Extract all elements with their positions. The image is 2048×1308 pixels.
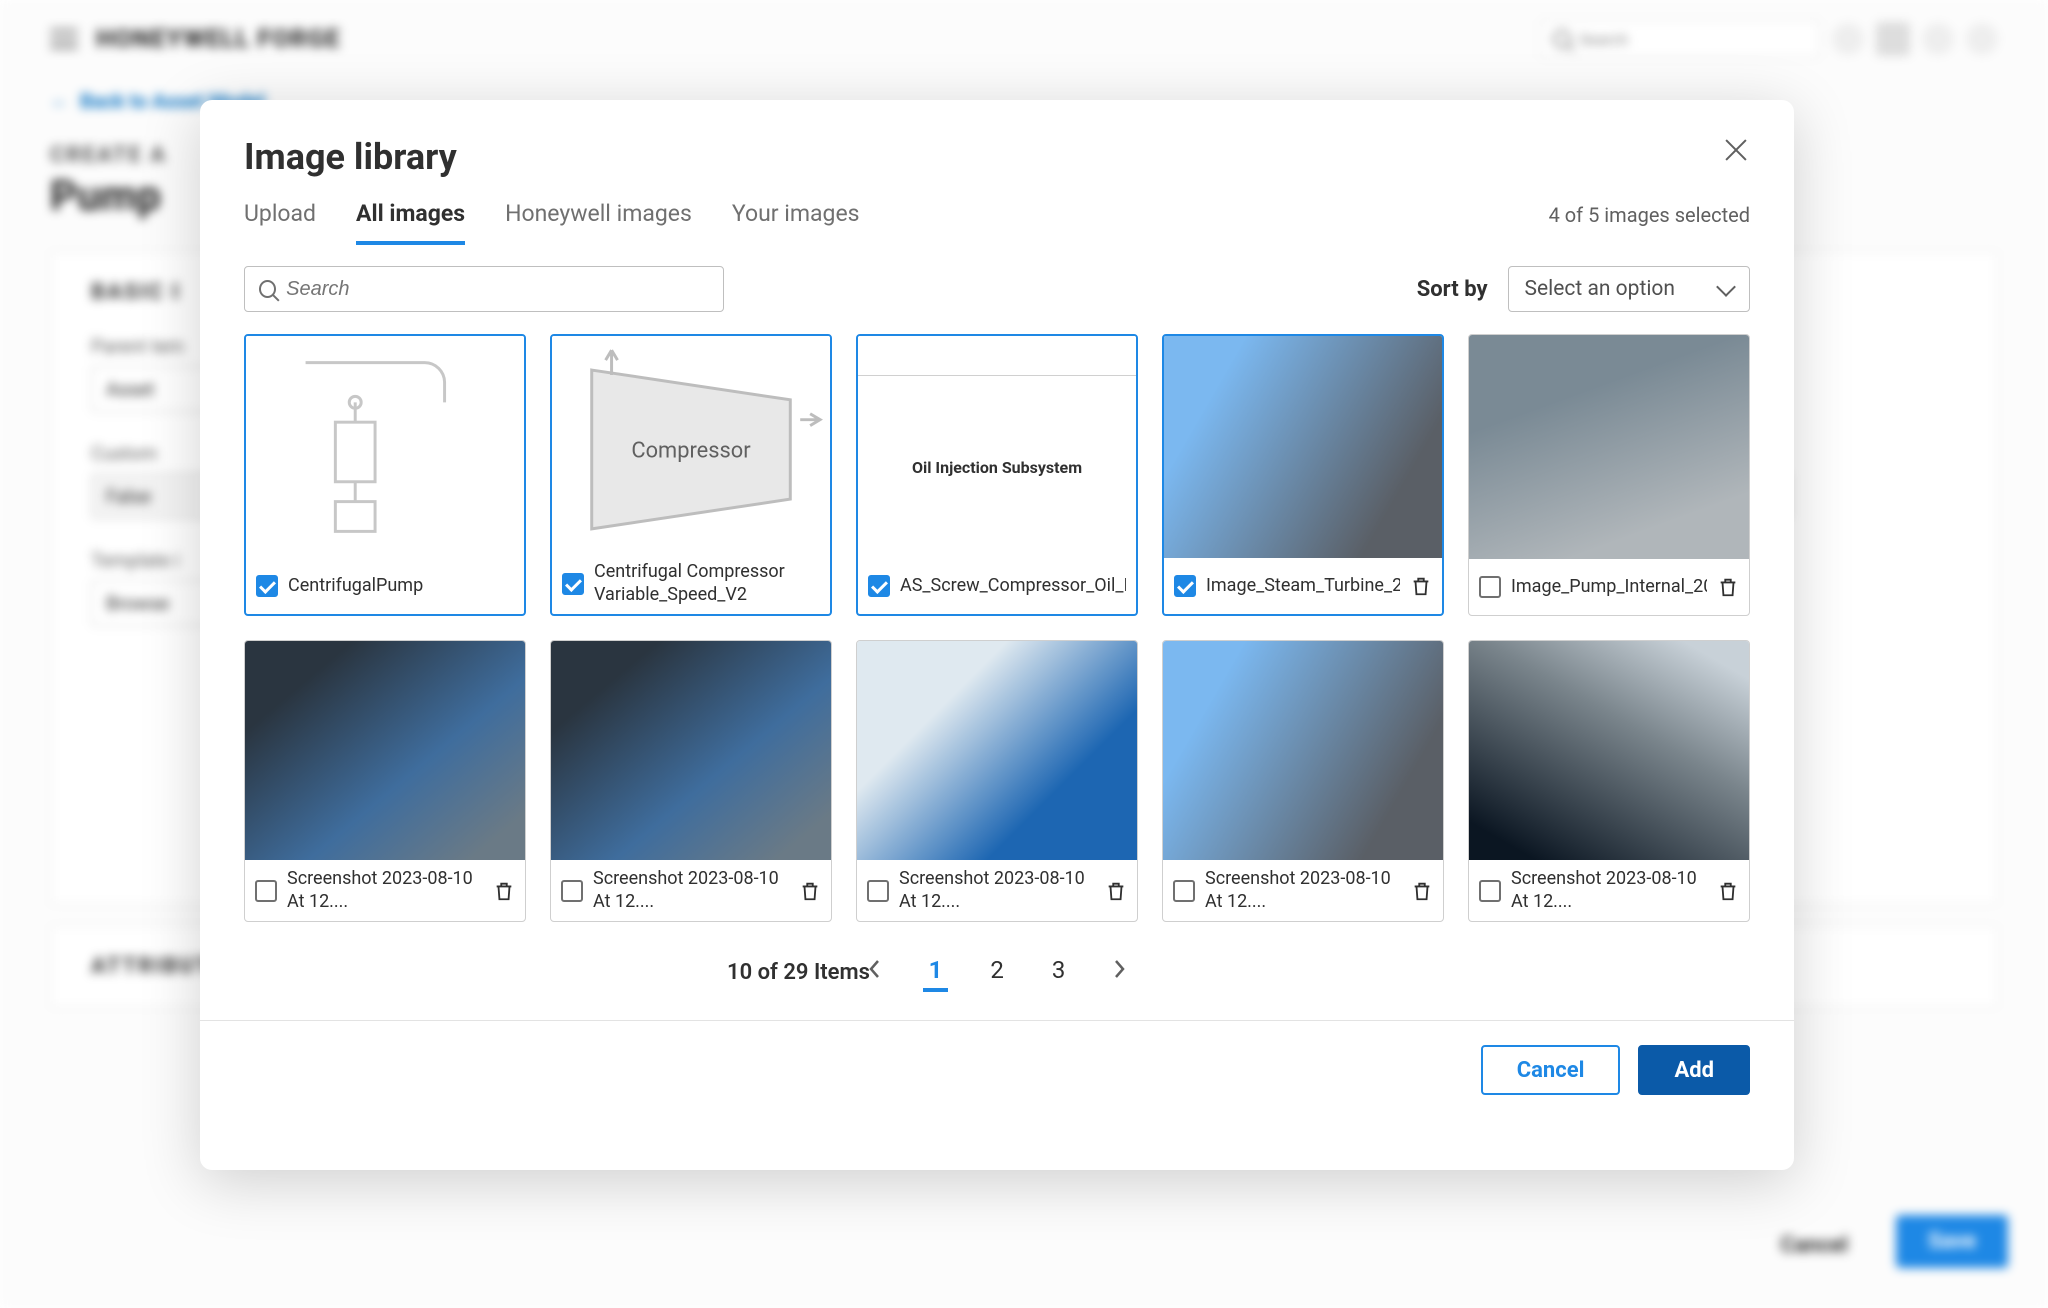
tab-your-images[interactable]: Your images [732, 200, 860, 245]
select-checkbox[interactable] [1479, 576, 1501, 598]
image-name: Screenshot 2023-08-10 At 12.... [899, 868, 1095, 913]
image-thumbnail [1163, 641, 1443, 860]
image-name: AS_Screw_Compressor_Oil_Injected_Variabl… [900, 575, 1126, 598]
image-name: Centrifugal Compressor Variable_Speed_V2 [594, 561, 820, 606]
image-name: Image_Pump_Internal_2024_01_31_j... [1511, 576, 1707, 599]
image-grid: CentrifugalPump Compressor Centrifugal Com… [200, 312, 1794, 922]
delete-button[interactable] [493, 879, 515, 903]
svg-text:Compressor: Compressor [631, 438, 751, 463]
tab-honeywell-images[interactable]: Honeywell images [505, 200, 692, 245]
image-card[interactable]: CentrifugalPump [244, 334, 526, 616]
image-card[interactable]: Image_Steam_Turbine_2024_01_31.Jp... [1162, 334, 1444, 616]
tab-upload[interactable]: Upload [244, 200, 316, 245]
modal-overlay: Image library Upload All images Honeywell … [0, 0, 2048, 1308]
add-label: Add [1674, 1058, 1714, 1083]
select-checkbox[interactable] [256, 575, 278, 597]
image-name: CentrifugalPump [288, 575, 423, 598]
select-checkbox[interactable] [868, 575, 890, 597]
trash-icon [799, 879, 821, 903]
select-checkbox[interactable] [867, 880, 889, 902]
trash-icon [1717, 575, 1739, 599]
image-thumbnail: Oil Injection Subsystem [858, 336, 1136, 558]
modal-title: Image library [244, 136, 457, 178]
image-thumbnail [1164, 336, 1442, 558]
items-count: 10 of 29 Items [727, 960, 870, 985]
select-checkbox[interactable] [1173, 880, 1195, 902]
image-card[interactable]: Image_Pump_Internal_2024_01_31_j... [1468, 334, 1750, 616]
cancel-label: Cancel [1517, 1058, 1585, 1083]
pagination: 10 of 29 Items 123 [200, 922, 1794, 992]
trash-icon [493, 879, 515, 903]
select-checkbox[interactable] [1479, 880, 1501, 902]
page-1[interactable]: 1 [923, 952, 949, 992]
delete-button[interactable] [1717, 879, 1739, 903]
image-card[interactable]: Compressor Centrifugal Compressor Variabl… [550, 334, 832, 616]
library-search[interactable] [244, 266, 724, 312]
chevron-right-icon [1111, 957, 1127, 981]
select-checkbox[interactable] [561, 880, 583, 902]
image-library-modal: Image library Upload All images Honeywell … [200, 100, 1794, 1170]
select-checkbox[interactable] [255, 880, 277, 902]
image-card[interactable]: Oil Injection Subsystem AS_Screw_Compress… [856, 334, 1138, 616]
image-card[interactable]: Screenshot 2023-08-10 At 12.... [244, 640, 526, 922]
modal-tabs: Upload All images Honeywell images Your ima… [200, 178, 1794, 246]
delete-button[interactable] [1717, 575, 1739, 599]
add-button[interactable]: Add [1638, 1045, 1750, 1095]
page-3[interactable]: 3 [1046, 952, 1072, 992]
image-card[interactable]: Screenshot 2023-08-10 At 12.... [550, 640, 832, 922]
trash-icon [1411, 879, 1433, 903]
image-thumbnail [857, 641, 1137, 860]
image-thumbnail: Compressor [552, 336, 830, 553]
trash-icon [1717, 879, 1739, 903]
search-icon [259, 280, 276, 298]
delete-button[interactable] [1105, 879, 1127, 903]
sortby-value: Select an option [1525, 277, 1675, 301]
image-name: Image_Steam_Turbine_2024_01_31.Jp... [1206, 575, 1400, 598]
trash-icon [1410, 574, 1432, 598]
image-card[interactable]: Screenshot 2023-08-10 At 12.... [856, 640, 1138, 922]
chevron-down-icon [1716, 277, 1736, 297]
page-next[interactable] [1107, 957, 1131, 987]
delete-button[interactable] [799, 879, 821, 903]
image-card[interactable]: Screenshot 2023-08-10 At 12.... [1162, 640, 1444, 922]
trash-icon [1105, 879, 1127, 903]
delete-button[interactable] [1411, 879, 1433, 903]
image-name: Screenshot 2023-08-10 At 12.... [593, 868, 789, 913]
delete-button[interactable] [1410, 574, 1432, 598]
select-checkbox[interactable] [1174, 575, 1196, 597]
selection-count: 4 of 5 images selected [1549, 203, 1750, 245]
page-2[interactable]: 2 [984, 952, 1010, 992]
image-name: Screenshot 2023-08-10 At 12.... [1205, 868, 1401, 913]
sortby-label: Sort by [1417, 277, 1488, 302]
image-name: Screenshot 2023-08-10 At 12.... [1511, 868, 1707, 913]
image-thumbnail [551, 641, 831, 860]
image-thumbnail [1469, 335, 1749, 559]
image-thumbnail [1469, 641, 1749, 860]
close-icon[interactable] [1722, 136, 1750, 164]
cancel-button[interactable]: Cancel [1481, 1045, 1621, 1095]
select-checkbox[interactable] [562, 573, 584, 595]
library-search-input[interactable] [286, 278, 709, 301]
image-card[interactable]: Screenshot 2023-08-10 At 12.... [1468, 640, 1750, 922]
image-name: Screenshot 2023-08-10 At 12.... [287, 868, 483, 913]
sortby-dropdown[interactable]: Select an option [1508, 266, 1750, 312]
image-thumbnail [246, 336, 524, 558]
image-thumbnail [245, 641, 525, 860]
tab-all-images[interactable]: All images [356, 200, 465, 245]
